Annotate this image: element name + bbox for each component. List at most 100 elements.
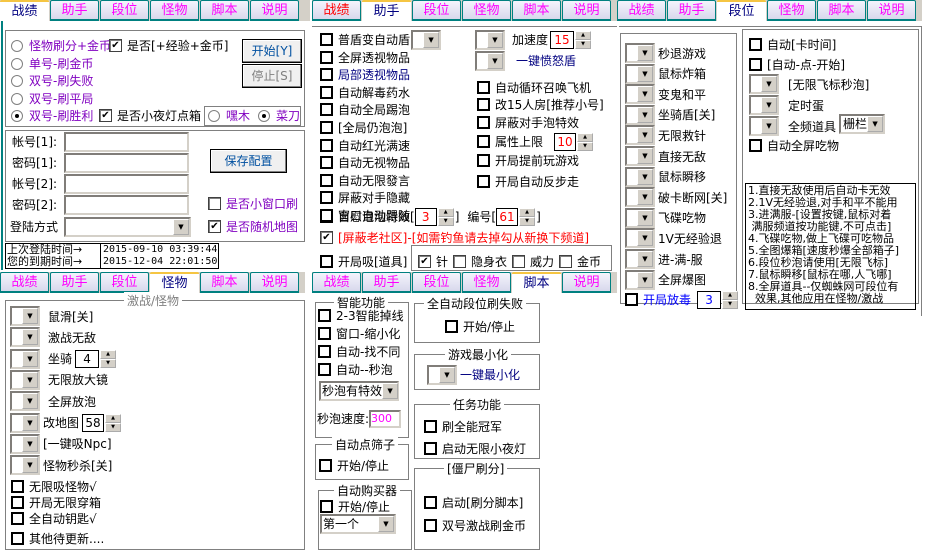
rage-shield-dropdown[interactable]: ▼ (475, 50, 505, 71)
radio[interactable] (11, 39, 23, 52)
spin-up-icon[interactable]: ▲ (437, 207, 454, 217)
buyer-select[interactable]: 第一个 ▼ (320, 513, 396, 534)
tab-rank[interactable]: 段位 (412, 272, 461, 293)
password1-input[interactable] (64, 153, 189, 173)
speed-dropdown[interactable]: ▼ (475, 29, 505, 50)
mode-radio-monster[interactable]: 怪物刷分+金币 (11, 37, 111, 54)
rank-checkbox-item[interactable]: [自动-点-开始] (749, 56, 845, 73)
zombie-checkbox-item[interactable]: 启动[刷分脚本] (424, 494, 523, 511)
dropdown[interactable]: ▼ (749, 74, 779, 94)
radio[interactable] (11, 74, 23, 87)
checkbox[interactable] (318, 345, 331, 358)
bubble-speed-input[interactable]: 300 (369, 409, 402, 428)
monster-checkbox-item[interactable]: 其他待更新.... (11, 530, 104, 547)
smart-checkbox-item[interactable]: 自动-找不同 (318, 343, 400, 360)
tab-helper[interactable]: 助手 (362, 272, 411, 293)
dropdown[interactable]: ▼ (625, 228, 655, 249)
tab-monster[interactable]: 怪物 (150, 0, 199, 21)
dropdown[interactable]: ▼ (625, 43, 655, 63)
checkbox[interactable] (320, 121, 333, 134)
spin-down-icon[interactable]: ▼ (100, 358, 117, 368)
exp-gold-checkbox[interactable]: ✔ 是否[+经验+金币] (109, 37, 228, 54)
spin-up-icon[interactable]: ▲ (100, 349, 117, 359)
checkbox[interactable]: ✔ (208, 220, 221, 233)
helper-checkbox-item[interactable]: 屏蔽对手隐藏 (320, 189, 410, 206)
checkbox[interactable] (320, 68, 333, 82)
spin-up-icon[interactable]: ▲ (722, 290, 739, 300)
tab-script[interactable]: 脚本 (200, 272, 249, 293)
absorb-item-checkbox[interactable]: 威力 (512, 253, 554, 270)
checkbox[interactable] (749, 139, 762, 152)
checkbox[interactable] (749, 58, 762, 71)
bubble-effect-value[interactable]: 3 (414, 207, 437, 226)
checkbox[interactable] (477, 175, 490, 188)
stop-button[interactable]: 停止[S] (242, 64, 302, 88)
community-checkbox[interactable]: ✔ [屏蔽老社区]-[如需钓鱼请去掉勾从新换下频道] (320, 229, 589, 246)
spin-up-icon[interactable]: ▲ (577, 132, 593, 142)
number-value[interactable]: 61 (496, 207, 519, 226)
dropdown[interactable]: ▼ (749, 116, 779, 136)
speed-spinner[interactable]: 15 ▲ ▼ (550, 30, 592, 49)
bubble-effect-spinner[interactable]: 3 ▲ ▼ (414, 207, 454, 226)
task-checkbox-item[interactable]: 刷全能冠军 (424, 418, 502, 435)
dropdown[interactable]: ▼ (411, 29, 442, 50)
absorb-items-row[interactable]: 开局吸[道具] (320, 253, 407, 270)
rank-checkbox-item[interactable]: 自动[卡时间] (749, 36, 836, 53)
dropdown[interactable]: ▼ (10, 455, 40, 476)
spinner-value[interactable]: 4 (75, 349, 100, 368)
dropdown[interactable]: ▼ (625, 187, 655, 208)
checkbox[interactable] (424, 442, 437, 455)
checkbox[interactable] (11, 512, 24, 525)
small-window-checkbox[interactable]: 是否小窗口刷 (208, 195, 298, 212)
monster-checkbox-item[interactable]: 开局无限穿箱 (11, 494, 101, 511)
dropdown[interactable]: ▼ (10, 327, 40, 348)
checkbox[interactable] (453, 255, 467, 268)
checkbox[interactable] (320, 103, 333, 117)
dropdown[interactable]: ▼ (625, 249, 655, 269)
checkbox[interactable] (477, 154, 490, 167)
tab-help[interactable]: 说明 (867, 0, 916, 21)
mode-radio-double-draw[interactable]: 双号-刷平局 (11, 90, 93, 107)
helper-right-checkbox-item[interactable]: 开局自动反步走 (477, 173, 579, 190)
dropdown[interactable]: ▼ (10, 348, 40, 369)
tab-helper[interactable]: 助手 (50, 272, 99, 293)
checkbox[interactable] (11, 480, 24, 493)
spin-down-icon[interactable]: ▼ (437, 216, 454, 226)
checkbox[interactable] (320, 500, 333, 513)
checkbox[interactable] (320, 173, 333, 187)
char-radio-caidao[interactable]: 菜刀 (258, 107, 300, 124)
save-config-button[interactable]: 保存配置 (210, 149, 287, 173)
checkbox[interactable] (320, 85, 333, 99)
radio[interactable] (11, 109, 23, 122)
helper-checkbox-item[interactable]: [全局仍泡泡] (320, 119, 407, 136)
tab-stats[interactable]: 战绩 (617, 0, 666, 21)
smart-checkbox-item[interactable]: 窗口-缩小化 (318, 325, 400, 342)
radio[interactable] (208, 109, 220, 122)
tab-monster[interactable]: 怪物 (462, 0, 511, 21)
dropdown[interactable]: ▼ (625, 104, 655, 125)
helper-checkbox-item[interactable]: 全屏透视物品 (320, 49, 410, 66)
checkbox[interactable] (559, 255, 573, 268)
helper-checkbox-item[interactable]: 普盾变自动盾 ▼ (320, 29, 444, 50)
fence-select[interactable]: 栅栏 ▼ (839, 113, 885, 134)
zombie-checkbox-item[interactable]: 双号激战刷金币 (424, 517, 526, 534)
mode-radio-double-lose[interactable]: 双号-刷失败 (11, 72, 93, 89)
helper-right-checkbox-item[interactable]: 改15人房[推荐小号] (477, 96, 604, 113)
spin-up-icon[interactable]: ▲ (105, 413, 122, 423)
tab-rank[interactable]: 段位 (100, 0, 149, 21)
tab-stats[interactable]: 战绩 (312, 0, 361, 21)
checkbox[interactable] (512, 255, 526, 268)
task-checkbox-item[interactable]: 启动无限小夜灯 (424, 440, 526, 457)
spin-down-icon[interactable]: ▼ (105, 422, 122, 432)
random-map-checkbox[interactable]: ✔ 是否随机地图 (208, 218, 298, 235)
absorb-item-checkbox[interactable]: 隐身衣 (453, 253, 507, 270)
dropdown[interactable]: ▼ (749, 95, 779, 115)
tab-help[interactable]: 说明 (250, 0, 299, 21)
checkbox[interactable] (424, 496, 437, 509)
checkbox[interactable]: ✔ (418, 255, 431, 268)
checkbox[interactable] (625, 293, 638, 306)
absorb-item-checkbox[interactable]: ✔ 针 (418, 253, 448, 270)
spin-down-icon[interactable]: ▼ (577, 141, 593, 151)
helper-checkbox-item[interactable]: 自动无视物品 (320, 154, 410, 171)
checkbox[interactable] (319, 459, 332, 472)
